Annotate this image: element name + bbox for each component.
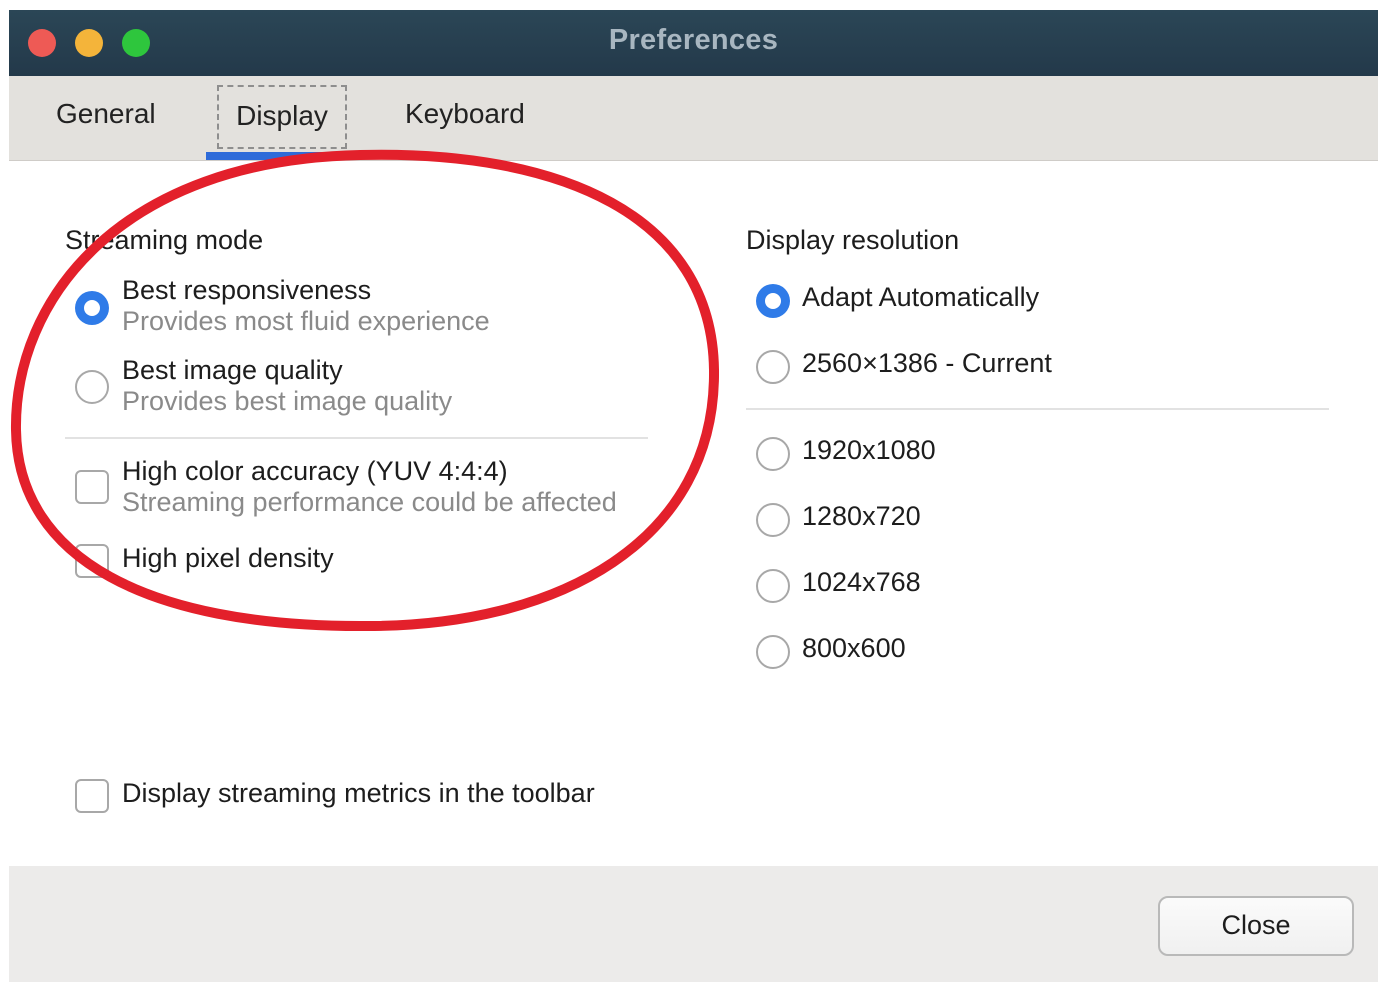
resolution-1280-label[interactable]: 1280x720 (802, 501, 921, 532)
footer-bar: Close (9, 866, 1378, 982)
window-title: Preferences (608, 24, 779, 56)
high-color-accuracy-description: Streaming performance could be affected (122, 487, 617, 517)
best-responsiveness-label[interactable]: Best responsiveness (122, 275, 371, 306)
resolution-2560-radio[interactable] (756, 350, 790, 384)
resolution-2560-label[interactable]: 2560×1386 - Current (802, 348, 1052, 379)
streaming-metrics-checkbox[interactable] (75, 779, 109, 813)
resolution-1920-label[interactable]: 1920x1080 (802, 435, 936, 466)
adapt-automatically-radio[interactable] (756, 284, 790, 318)
high-pixel-density-checkbox[interactable] (75, 544, 109, 578)
resolution-1280-radio[interactable] (756, 503, 790, 537)
resolution-divider (746, 408, 1329, 410)
adapt-automatically-label[interactable]: Adapt Automatically (802, 282, 1039, 313)
high-color-accuracy-label[interactable]: High color accuracy (YUV 4:4:4) (122, 456, 508, 487)
high-pixel-density-label[interactable]: High pixel density (122, 543, 334, 574)
best-image-quality-radio[interactable] (75, 370, 109, 404)
resolution-1920-radio[interactable] (756, 437, 790, 471)
best-image-quality-description: Provides best image quality (122, 386, 453, 416)
resolution-800-radio[interactable] (756, 635, 790, 669)
best-responsiveness-radio[interactable] (75, 291, 109, 325)
display-panel: Streaming mode Best responsiveness Provi… (9, 161, 1378, 866)
active-tab-indicator (206, 152, 358, 160)
tab-keyboard[interactable]: Keyboard (405, 98, 525, 130)
best-responsiveness-description: Provides most fluid experience (122, 306, 490, 336)
streaming-divider (65, 437, 648, 439)
tab-general[interactable]: General (56, 98, 156, 130)
streaming-metrics-label[interactable]: Display streaming metrics in the toolbar (122, 778, 595, 809)
close-button[interactable]: Close (1158, 896, 1354, 956)
resolution-1024-label[interactable]: 1024x768 (802, 567, 921, 598)
tab-display[interactable]: Display (217, 85, 347, 149)
best-image-quality-label[interactable]: Best image quality (122, 355, 343, 386)
display-resolution-heading: Display resolution (746, 225, 960, 255)
title-bar[interactable]: Preferences (9, 10, 1378, 76)
resolution-1024-radio[interactable] (756, 569, 790, 603)
streaming-mode-heading: Streaming mode (65, 225, 264, 255)
resolution-800-label[interactable]: 800x600 (802, 633, 906, 664)
tab-bar: General Display Keyboard (9, 76, 1378, 161)
preferences-window: Preferences General Display Keyboard Str… (9, 10, 1378, 982)
high-color-accuracy-checkbox[interactable] (75, 470, 109, 504)
